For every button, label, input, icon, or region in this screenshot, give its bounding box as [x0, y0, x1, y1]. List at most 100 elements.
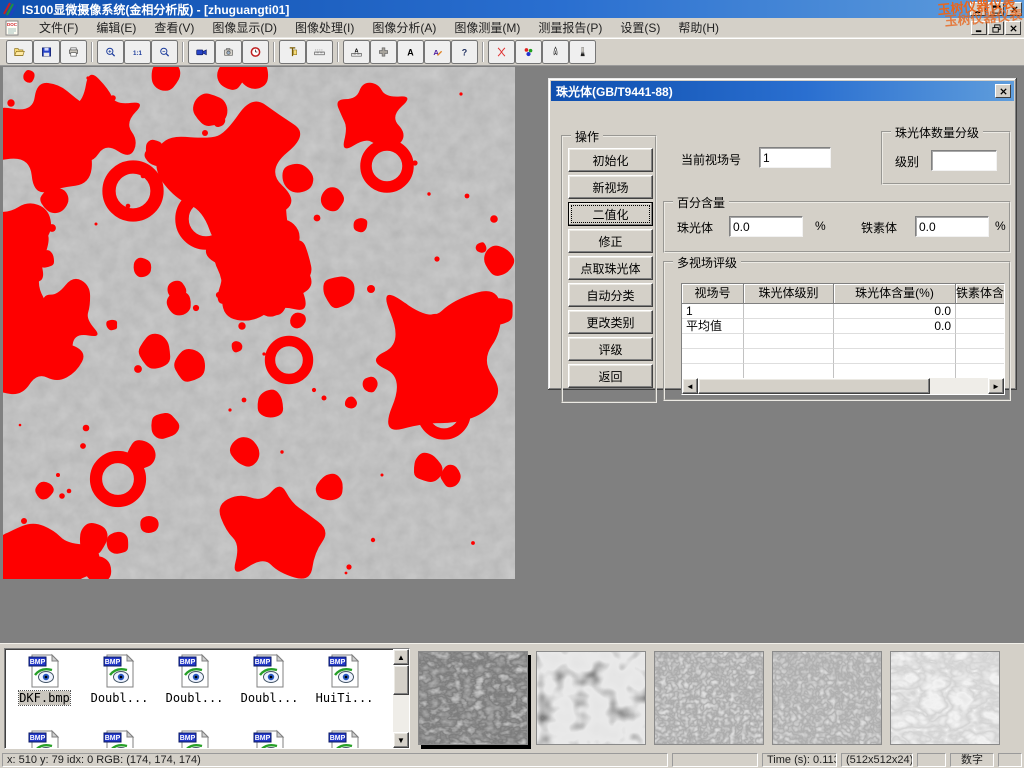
measure-text-icon[interactable]: A	[343, 40, 370, 64]
menu-item-8[interactable]: 测量报告(P)	[529, 17, 611, 38]
file-item[interactable]: BMPHuiTi...	[307, 653, 382, 705]
menu-item-2[interactable]: 编辑(E)	[87, 17, 145, 38]
file-item[interactable]: BMP	[82, 729, 157, 749]
ferrite-percent-sign: %	[995, 219, 1006, 233]
image-size-status: (512x512x24)	[841, 753, 913, 767]
menu-items: 文件(F)编辑(E)查看(V)图像显示(D)图像处理(I)图像分析(A)图像测量…	[30, 17, 728, 38]
height-gauge-icon[interactable]	[279, 40, 306, 64]
ferrite-percent-input[interactable]	[915, 216, 989, 237]
current-field-input[interactable]	[759, 147, 831, 168]
op-button-2[interactable]: 新视场	[568, 175, 653, 199]
hscroll-thumb[interactable]	[698, 378, 930, 394]
zoom-in-icon[interactable]	[97, 40, 124, 64]
menu-item-10[interactable]: 帮助(H)	[669, 17, 728, 38]
file-item[interactable]: BMP	[232, 729, 307, 749]
op-button-3[interactable]: 二值化	[568, 202, 653, 226]
dialog-title: 珠光体(GB/T9441-88)	[556, 83, 673, 100]
timer-icon[interactable]	[242, 40, 269, 64]
annotate-icon[interactable]: A	[424, 40, 451, 64]
menu-item-7[interactable]: 图像测量(M)	[445, 17, 529, 38]
thumbnail-1[interactable]	[418, 651, 528, 745]
scroll-right-icon[interactable]: ►	[988, 378, 1004, 394]
rating-cell	[956, 304, 1005, 319]
menu-item-5[interactable]: 图像处理(I)	[286, 17, 363, 38]
text-icon[interactable]: A	[397, 40, 424, 64]
mdi-restore-button[interactable]	[988, 21, 1004, 35]
level-input[interactable]	[931, 150, 997, 171]
curve-cut-icon[interactable]	[488, 40, 515, 64]
file-item[interactable]: BMP	[7, 729, 82, 749]
rating-cell	[744, 349, 834, 364]
maximize-button[interactable]	[988, 2, 1004, 16]
bmp-file-icon: BMP	[252, 653, 288, 689]
bmp-file-icon: BMP	[177, 729, 213, 749]
rating-table-row[interactable]: 平均值 0.0	[682, 319, 1004, 334]
rating-cell	[744, 319, 834, 334]
ruler-icon[interactable]	[306, 40, 333, 64]
pearlite-percent-input[interactable]	[729, 216, 803, 237]
op-button-7[interactable]: 更改类别	[568, 310, 653, 334]
rating-col-header-1: 视场号	[682, 284, 744, 304]
actual-size-icon[interactable]: 1:1	[124, 40, 151, 64]
rating-table-row	[682, 334, 1004, 349]
op-button-6[interactable]: 自动分类	[568, 283, 653, 307]
mdi-minimize-button[interactable]	[971, 21, 987, 35]
close-button[interactable]	[1006, 2, 1022, 16]
help-icon[interactable]: ?	[451, 40, 478, 64]
menu-item-3[interactable]: 查看(V)	[145, 17, 203, 38]
micrograph-image[interactable]	[3, 67, 515, 579]
op-button-9[interactable]: 返回	[568, 364, 653, 388]
scroll-left-icon[interactable]: ◄	[682, 378, 698, 394]
rating-table-row[interactable]: 10.0	[682, 304, 1004, 319]
save-icon[interactable]	[33, 40, 60, 64]
thumbnail-3[interactable]	[654, 651, 764, 745]
thumbnail-5[interactable]	[890, 651, 1000, 745]
mdi-close-button[interactable]	[1005, 21, 1021, 35]
op-button-5[interactable]: 点取珠光体	[568, 256, 653, 280]
scroll-up-icon[interactable]: ▲	[393, 649, 409, 665]
op-button-8[interactable]: 评级	[568, 337, 653, 361]
toolbar-separator	[91, 42, 93, 62]
rating-cell	[682, 349, 744, 364]
table-hscrollbar[interactable]: ◄ ►	[682, 378, 1004, 394]
menu-item-4[interactable]: 图像显示(D)	[203, 17, 286, 38]
thumbnail-2[interactable]	[536, 651, 646, 745]
file-item[interactable]: BMPDoubl...	[82, 653, 157, 705]
pen-icon[interactable]	[542, 40, 569, 64]
toolbar-separator	[273, 42, 275, 62]
menu-item-9[interactable]: 设置(S)	[611, 17, 669, 38]
menu-item-6[interactable]: 图像分析(A)	[363, 17, 445, 38]
file-item[interactable]: BMP	[157, 729, 232, 749]
rating-cell: 平均值	[682, 319, 744, 334]
file-row: BMPBMPBMPBMPBMP	[7, 729, 382, 749]
file-item[interactable]: BMPDKF.bmp	[7, 653, 82, 705]
filelist-vscrollbar[interactable]: ▲ ▼	[393, 649, 409, 748]
file-item[interactable]: BMP	[307, 729, 382, 749]
file-item[interactable]: BMPDoubl...	[232, 653, 307, 705]
op-button-1[interactable]: 初始化	[568, 148, 653, 172]
toolbar-separator	[182, 42, 184, 62]
video-camera-icon[interactable]	[188, 40, 215, 64]
count-points-icon[interactable]	[515, 40, 542, 64]
bmp-file-icon: BMP	[27, 653, 63, 689]
merge-icon[interactable]	[370, 40, 397, 64]
menu-item-1[interactable]: 文件(F)	[30, 17, 87, 38]
dialog-title-bar[interactable]: 珠光体(GB/T9441-88)	[551, 81, 1014, 101]
brush-icon[interactable]	[569, 40, 596, 64]
document-icon: DOC	[5, 20, 22, 36]
svg-text:?: ?	[462, 47, 467, 57]
file-item[interactable]: BMPDoubl...	[157, 653, 232, 705]
thumbnail-4[interactable]	[772, 651, 882, 745]
rating-cell: 0.0	[834, 319, 956, 334]
print-icon[interactable]	[60, 40, 87, 64]
dialog-close-button[interactable]	[995, 84, 1011, 98]
minimize-button[interactable]	[970, 2, 986, 16]
scroll-down-icon[interactable]: ▼	[393, 732, 409, 748]
vscroll-thumb[interactable]	[393, 665, 409, 695]
open-icon[interactable]	[6, 40, 33, 64]
zoom-out-icon[interactable]	[151, 40, 178, 64]
capture-icon[interactable]	[215, 40, 242, 64]
op-button-4[interactable]: 修正	[568, 229, 653, 253]
title-bar: IS100显微摄像系统(金相分析版) - [zhuguangti01]	[0, 0, 1024, 18]
percent-group: 百分含量 珠光体 % 铁素体 %	[663, 201, 1011, 253]
